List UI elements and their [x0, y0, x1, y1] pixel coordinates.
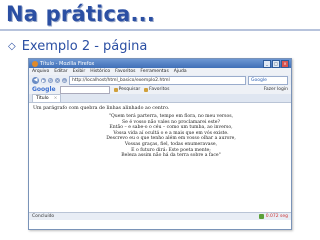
addon-icon: [258, 214, 264, 219]
menu-item-historico[interactable]: Histórico: [90, 69, 110, 74]
search-box[interactable]: Google: [248, 75, 288, 85]
search-icon: [113, 87, 118, 92]
forward-arrow-icon[interactable]: ▶: [41, 77, 46, 83]
menu-item-ajuda[interactable]: Ajuda: [174, 69, 187, 74]
poem-block: "Quem terá parterra, tempo em flora, no …: [55, 114, 287, 159]
slide-title: Na prática...: [6, 2, 156, 26]
login-label: Fazer login: [263, 87, 288, 92]
favoritos-button[interactable]: Favoritos: [144, 87, 169, 92]
firefox-icon: [32, 60, 38, 67]
poem-line: Beleza assim não há da terra sobre a fac…: [121, 153, 221, 159]
tab-label: Título: [36, 96, 49, 101]
pesquisar-label: Pesquisar: [118, 87, 141, 92]
back-arrow-icon[interactable]: ◀: [32, 76, 39, 84]
address-bar[interactable]: http://localhost/html_basico/exemplo2.ht…: [69, 75, 246, 85]
status-time: 0.072 seg: [265, 214, 288, 219]
bullet-text: Exemplo 2 - página: [21, 39, 148, 54]
diamond-bullet-icon: ◇: [8, 41, 16, 52]
window-controls: _ □ ×: [263, 60, 289, 68]
menu-item-exibir[interactable]: Exibir: [73, 69, 86, 74]
pesquisar-button[interactable]: Pesquisar: [113, 87, 141, 92]
navigation-bar: ◀ ▶ ↻ × ⌂ http://localhost/html_basico/e…: [29, 75, 291, 85]
home-icon[interactable]: ⌂: [62, 77, 67, 83]
browser-window-screenshot: Título - Mozilla Firefox _ □ × Arquivo E…: [28, 58, 292, 230]
google-logo: Google: [32, 86, 56, 93]
google-toolbar: Google Pesquisar Favoritos Fazer login: [29, 85, 291, 94]
maximize-button[interactable]: □: [272, 60, 280, 68]
bullet-item: ◇ Exemplo 2 - página: [8, 39, 147, 54]
google-toolbar-input[interactable]: [59, 85, 110, 94]
menu-item-editar[interactable]: Editar: [54, 69, 67, 74]
window-title: Título - Mozilla Firefox: [40, 60, 95, 67]
status-timing: 0.072 seg: [258, 214, 288, 219]
tab-bar: Título ×: [29, 94, 291, 103]
tab-close-icon[interactable]: ×: [54, 96, 58, 101]
window-titlebar: Título - Mozilla Firefox _ □ ×: [29, 59, 291, 68]
stop-icon[interactable]: ×: [55, 77, 60, 83]
reload-icon[interactable]: ↻: [48, 77, 53, 83]
minimize-button[interactable]: _: [263, 60, 271, 68]
title-divider: [0, 29, 320, 31]
status-text: Concluído: [32, 214, 55, 219]
star-icon: [144, 87, 149, 92]
menu-item-arquivo[interactable]: Arquivo: [32, 69, 49, 74]
menu-bar: Arquivo Editar Exibir Histórico Favorito…: [29, 68, 291, 75]
menu-item-favoritos[interactable]: Favoritos: [115, 69, 135, 74]
status-bar: Concluído 0.072 seg: [29, 212, 291, 220]
menu-item-ferramentas[interactable]: Ferramentas: [140, 69, 168, 74]
close-button[interactable]: ×: [281, 60, 289, 68]
intro-paragraph: Um parágrafo com quebra de linhas alinha…: [33, 106, 170, 111]
page-content: Um parágrafo com quebra de linhas alinha…: [29, 103, 291, 212]
favoritos-label: Favoritos: [149, 87, 170, 92]
login-button[interactable]: Fazer login: [264, 87, 288, 92]
tab-titulo[interactable]: Título ×: [32, 94, 62, 102]
